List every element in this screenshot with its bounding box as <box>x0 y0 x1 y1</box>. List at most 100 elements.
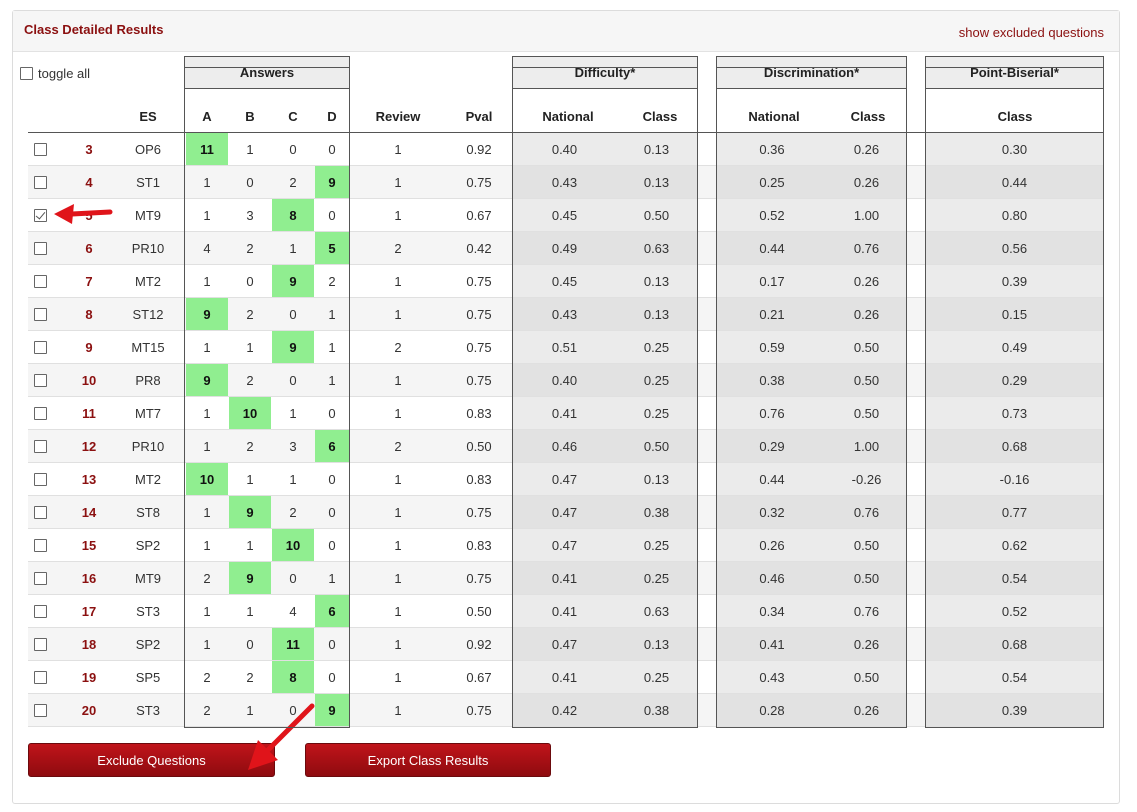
cell-es: PR10 <box>131 438 165 454</box>
cell-c: 0 <box>289 372 297 388</box>
row-checkbox-cell[interactable] <box>28 397 52 429</box>
cell-review: 1 <box>394 636 402 652</box>
cell-pb-class: 0.54 <box>926 661 1103 693</box>
col-header-diff-class: Class <box>642 109 678 124</box>
cell-a: 2 <box>203 669 211 685</box>
cell-diff-class: 0.13 <box>616 265 697 297</box>
row-checkbox-cell[interactable] <box>28 265 52 297</box>
cell-c: 11 <box>272 628 314 660</box>
cell-pval: 0.83 <box>466 405 492 421</box>
row-checkbox[interactable] <box>33 241 47 255</box>
row-checkbox-cell[interactable] <box>28 199 52 231</box>
table-row: 19 SP5 2 2 8 0 1 0.67 0.41 0.25 0.43 0.50 0.54 <box>28 660 1104 693</box>
row-checkbox-cell[interactable] <box>28 694 52 726</box>
row-checkbox-cell[interactable] <box>28 562 52 594</box>
cell-pb-class: -0.16 <box>926 463 1103 495</box>
cell-diff-national: 0.41 <box>513 397 616 429</box>
cell-pb-class: 0.68 <box>926 430 1103 462</box>
cell-d: 1 <box>328 306 336 322</box>
row-checkbox-cell[interactable] <box>28 331 52 363</box>
row-checkbox[interactable] <box>33 175 47 189</box>
row-checkbox[interactable] <box>33 538 47 552</box>
cell-pb-class: 0.62 <box>926 529 1103 561</box>
cell-d: 1 <box>328 339 336 355</box>
table-row: 12 PR10 1 2 3 6 2 0.50 0.46 0.50 0.29 1.00 0.68 <box>28 429 1104 462</box>
cell-disc-national: 0.25 <box>717 166 827 198</box>
row-checkbox[interactable] <box>33 571 47 585</box>
cell-a: 1 <box>203 603 211 619</box>
row-checkbox[interactable] <box>33 373 47 387</box>
row-checkbox-cell[interactable] <box>28 298 52 330</box>
row-checkbox-cell[interactable] <box>28 133 52 165</box>
cell-disc-class: 0.50 <box>827 331 906 363</box>
cell-diff-national: 0.41 <box>513 661 616 693</box>
row-checkbox[interactable] <box>33 307 47 321</box>
row-checkbox-cell[interactable] <box>28 595 52 627</box>
difficulty-group-header: Difficulty* <box>512 56 698 89</box>
row-checkbox[interactable] <box>33 274 47 288</box>
table-row: 11 MT7 1 10 1 0 1 0.83 0.41 0.25 0.76 0.50 0.73 <box>28 396 1104 429</box>
cell-b: 1 <box>246 471 254 487</box>
difficulty-group-label: Difficulty* <box>574 65 636 80</box>
row-checkbox[interactable] <box>33 340 47 354</box>
cell-c: 0 <box>289 141 297 157</box>
table-bottom-border <box>28 726 1104 727</box>
cell-num: 8 <box>85 306 93 322</box>
table-row: 8 ST12 9 2 0 1 1 0.75 0.43 0.13 0.21 0.26 0.15 <box>28 297 1104 330</box>
cell-pval: 0.75 <box>466 372 492 388</box>
row-checkbox[interactable] <box>33 505 47 519</box>
cell-num: 9 <box>85 339 93 355</box>
show-excluded-link[interactable]: show excluded questions <box>959 25 1104 40</box>
toggle-all[interactable]: toggle all <box>20 66 90 81</box>
row-checkbox[interactable] <box>33 637 47 651</box>
cell-a: 1 <box>203 174 211 190</box>
cell-review: 1 <box>394 306 402 322</box>
annotation-arrow-icon <box>248 703 315 770</box>
cell-disc-national: 0.32 <box>717 496 827 528</box>
export-class-results-button[interactable]: Export Class Results <box>305 743 551 777</box>
panel-header: Class Detailed Results show excluded que… <box>13 11 1119 52</box>
row-checkbox[interactable] <box>33 406 47 420</box>
cell-diff-class: 0.38 <box>616 496 697 528</box>
col-header-review: Review <box>375 109 421 124</box>
row-checkbox-cell[interactable] <box>28 232 52 264</box>
row-checkbox-cell[interactable] <box>28 463 52 495</box>
row-checkbox-cell[interactable] <box>28 430 52 462</box>
row-checkbox[interactable] <box>33 670 47 684</box>
cell-es: SP2 <box>135 636 161 652</box>
discrimination-group-label: Discrimination* <box>763 65 860 80</box>
exclude-questions-button[interactable]: Exclude Questions <box>28 743 275 777</box>
cell-d: 2 <box>328 273 336 289</box>
cell-review: 1 <box>394 372 402 388</box>
row-checkbox-cell[interactable] <box>28 529 52 561</box>
row-checkbox[interactable] <box>33 472 47 486</box>
row-checkbox[interactable] <box>33 604 47 618</box>
cell-disc-class: 0.76 <box>827 232 906 264</box>
cell-diff-class: 0.25 <box>616 529 697 561</box>
cell-es: MT9 <box>135 570 161 586</box>
row-checkbox[interactable] <box>33 439 47 453</box>
cell-d: 5 <box>315 232 349 264</box>
cell-disc-national: 0.17 <box>717 265 827 297</box>
cell-diff-national: 0.43 <box>513 166 616 198</box>
discrimination-group-header: Discrimination* <box>716 56 907 89</box>
cell-diff-national: 0.45 <box>513 265 616 297</box>
cell-es: MT7 <box>135 405 161 421</box>
cell-diff-national: 0.40 <box>513 364 616 396</box>
cell-diff-class: 0.13 <box>616 463 697 495</box>
row-checkbox[interactable] <box>33 703 47 717</box>
cell-review: 1 <box>394 504 402 520</box>
row-checkbox-cell[interactable] <box>28 166 52 198</box>
cell-pval: 0.75 <box>466 504 492 520</box>
toggle-all-checkbox[interactable] <box>20 67 33 80</box>
cell-pval: 0.50 <box>466 438 492 454</box>
table-row: 16 MT9 2 9 0 1 1 0.75 0.41 0.25 0.46 0.50 0.54 <box>28 561 1104 594</box>
row-checkbox-cell[interactable] <box>28 628 52 660</box>
cell-d: 0 <box>328 207 336 223</box>
row-checkbox-cell[interactable] <box>28 661 52 693</box>
cell-pb-class: 0.80 <box>926 199 1103 231</box>
row-checkbox[interactable] <box>33 208 47 222</box>
row-checkbox-cell[interactable] <box>28 496 52 528</box>
row-checkbox[interactable] <box>33 142 47 156</box>
row-checkbox-cell[interactable] <box>28 364 52 396</box>
